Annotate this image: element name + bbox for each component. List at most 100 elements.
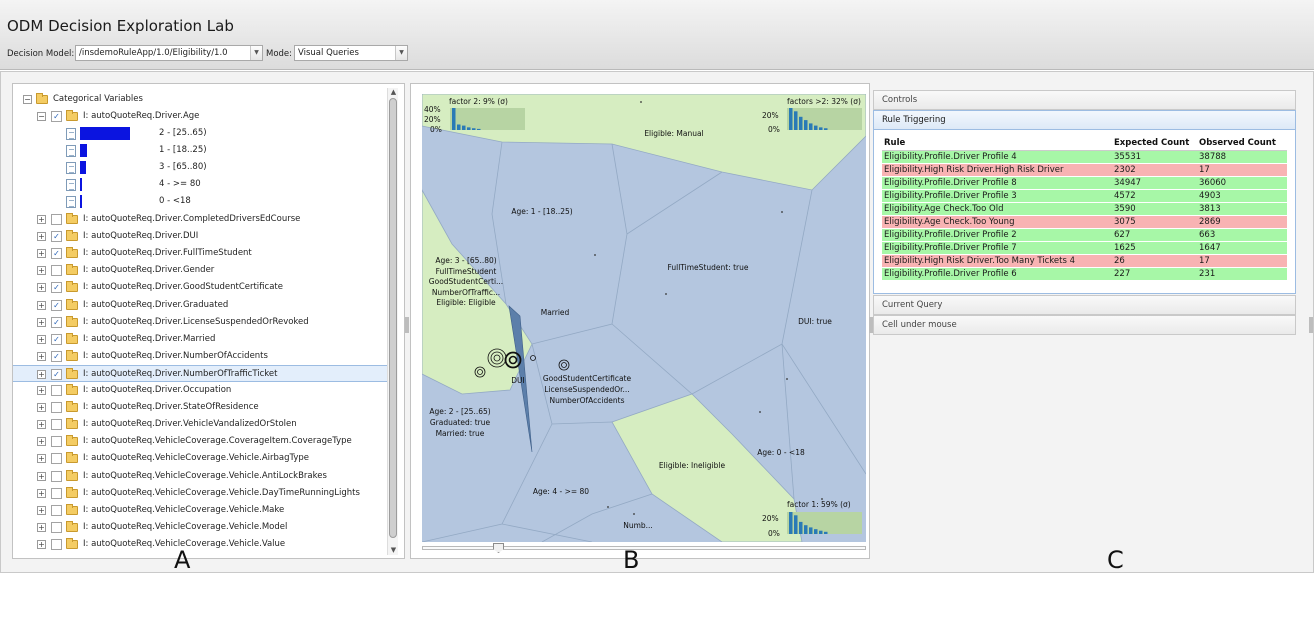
cell-under-mouse-section-header[interactable]: Cell under mouse xyxy=(873,315,1296,335)
tree-item[interactable]: + I: autoQuoteReq.VehicleCoverage.Vehicle… xyxy=(13,450,388,467)
rule-table-row[interactable]: Eligibility.Age Check.Too Young 3075 2869 xyxy=(882,215,1287,229)
tree-scrollbar[interactable]: ▲ ▼ xyxy=(387,88,398,555)
checkbox[interactable] xyxy=(51,265,62,277)
expand-icon[interactable]: + xyxy=(37,300,46,310)
checkbox[interactable] xyxy=(51,521,62,533)
tree-item-age[interactable]: − ✓ I: autoQuoteReq.Driver.Age xyxy=(13,108,388,125)
expand-icon[interactable]: + xyxy=(37,539,46,549)
age-bin-row[interactable]: 0 - <18 xyxy=(13,193,388,210)
collapse-icon[interactable]: − xyxy=(37,112,46,121)
scroll-up-icon[interactable]: ▲ xyxy=(389,88,398,97)
chevron-down-icon[interactable]: ▼ xyxy=(250,46,262,60)
checkbox[interactable] xyxy=(51,402,62,414)
tree-item[interactable]: + ✓ I: autoQuoteReq.Driver.GoodStudentCert… xyxy=(13,279,388,296)
tree-item[interactable]: + I: autoQuoteReq.VehicleCoverage.Vehicle… xyxy=(13,519,388,536)
rule-table-row[interactable]: Eligibility.Profile.Driver Profile 7 1625… xyxy=(882,241,1287,255)
tree-item[interactable]: + I: autoQuoteReq.VehicleCoverage.Vehicle… xyxy=(13,468,388,485)
age-bin-row[interactable]: 2 - [25..65) xyxy=(13,125,388,142)
rule-table-row[interactable]: Eligibility.Profile.Driver Profile 6 227 2… xyxy=(882,267,1287,281)
checkbox[interactable] xyxy=(51,470,62,482)
tree-root[interactable]: − Categorical Variables xyxy=(13,91,388,108)
checkbox[interactable]: ✓ xyxy=(51,248,62,260)
checkbox[interactable] xyxy=(51,419,62,431)
checkbox[interactable] xyxy=(51,453,62,465)
expand-icon[interactable]: + xyxy=(37,249,46,259)
expand-icon[interactable]: + xyxy=(37,266,46,276)
tree-item[interactable]: + ✓ I: autoQuoteReq.Driver.LicenseSuspende… xyxy=(13,314,388,331)
expand-icon[interactable]: + xyxy=(37,522,46,532)
age-bin-row[interactable]: 4 - >= 80 xyxy=(13,176,388,193)
tree-item[interactable]: + ✓ I: autoQuoteReq.Driver.DUI xyxy=(13,228,388,245)
checkbox[interactable] xyxy=(51,487,62,499)
checkbox[interactable] xyxy=(51,504,62,516)
tree-item[interactable]: + ✓ I: autoQuoteReq.Driver.NumberOfAcciden… xyxy=(13,348,388,365)
tree-item[interactable]: + ✓ I: autoQuoteReq.Driver.FullTimeStudent xyxy=(13,245,388,262)
expand-icon[interactable]: + xyxy=(37,215,46,224)
splitter-handle[interactable] xyxy=(1309,317,1313,333)
checkbox[interactable]: ✓ xyxy=(51,333,62,345)
expand-icon[interactable]: + xyxy=(37,283,46,293)
checkbox[interactable] xyxy=(51,214,62,225)
rule-table-row[interactable]: Eligibility.High Risk Driver.High Risk D… xyxy=(882,163,1287,177)
rule-table-row[interactable]: Eligibility.Profile.Driver Profile 4 3553… xyxy=(882,150,1287,164)
timeline-slider-track[interactable] xyxy=(422,546,866,550)
chevron-down-icon[interactable]: ▼ xyxy=(395,46,407,60)
expand-icon[interactable]: + xyxy=(37,317,46,327)
checkbox[interactable]: ✓ xyxy=(51,299,62,311)
tree-item[interactable]: + I: autoQuoteReq.Driver.Occupation xyxy=(13,382,388,399)
tree-item[interactable]: + ✓ I: autoQuoteReq.Driver.NumberOfTraffic… xyxy=(13,364,388,382)
expand-icon[interactable]: + xyxy=(37,334,46,344)
expand-icon[interactable]: + xyxy=(37,505,46,515)
voronoi-map[interactable]: Eligible: Manual Age: 1 - [18..25) FullT… xyxy=(422,94,866,542)
splitter-handle[interactable] xyxy=(869,317,873,333)
controls-section-header[interactable]: Controls xyxy=(873,90,1296,110)
rule-triggering-section-header[interactable]: Rule Triggering xyxy=(873,110,1296,130)
checkbox[interactable]: ✓ xyxy=(51,111,62,122)
rule-column-header[interactable]: Rule xyxy=(882,136,1112,151)
age-bin-row[interactable]: 1 - [18..25) xyxy=(13,142,388,159)
expand-icon[interactable]: + xyxy=(37,351,46,361)
expand-icon[interactable]: + xyxy=(37,386,46,395)
rule-table-row[interactable]: Eligibility.Profile.Driver Profile 3 4572… xyxy=(882,189,1287,203)
tree-item[interactable]: + ✓ I: autoQuoteReq.Driver.Married xyxy=(13,331,388,348)
checkbox[interactable] xyxy=(51,385,62,396)
rule-table-row[interactable]: Eligibility.Profile.Driver Profile 2 627 6… xyxy=(882,228,1287,242)
tree-item[interactable]: + I: autoQuoteReq.Driver.CompletedDrivers… xyxy=(13,211,388,228)
expand-icon[interactable]: + xyxy=(37,437,46,447)
rule-table-row[interactable]: Eligibility.Age Check.Too Old 3590 3813 xyxy=(882,202,1287,216)
tree-item[interactable]: + ✓ I: autoQuoteReq.Driver.Graduated xyxy=(13,297,388,314)
checkbox[interactable] xyxy=(51,538,62,550)
expand-icon[interactable]: + xyxy=(37,232,46,242)
expand-icon[interactable]: + xyxy=(37,454,46,464)
checkbox[interactable]: ✓ xyxy=(51,231,62,243)
mode-select[interactable]: Visual Queries ▼ xyxy=(294,45,408,61)
rule-table-row[interactable]: Eligibility.Profile.Driver Profile 8 3494… xyxy=(882,176,1287,190)
tree-item[interactable]: + I: autoQuoteReq.VehicleCoverage.Vehicle… xyxy=(13,536,388,553)
current-query-section-header[interactable]: Current Query xyxy=(873,295,1296,315)
decision-model-select[interactable]: /insdemoRuleApp/1.0/Eligibility/1.0 ▼ xyxy=(75,45,263,61)
tree-item[interactable]: + I: autoQuoteReq.Driver.Gender xyxy=(13,262,388,279)
observed-count-column-header[interactable]: Observed Count xyxy=(1197,136,1287,151)
tree-item[interactable]: + I: autoQuoteReq.VehicleCoverage.Vehicle… xyxy=(13,485,388,502)
checkbox[interactable]: ✓ xyxy=(51,282,62,294)
expand-icon[interactable]: + xyxy=(37,403,46,413)
collapse-icon[interactable]: − xyxy=(23,95,32,104)
tree-item[interactable]: + I: autoQuoteReq.Driver.VehicleVandalize… xyxy=(13,416,388,433)
expand-icon[interactable]: + xyxy=(37,471,46,481)
expand-icon[interactable]: + xyxy=(37,420,46,430)
scroll-thumb[interactable] xyxy=(389,98,397,538)
expand-icon[interactable]: + xyxy=(37,488,46,498)
splitter-handle[interactable] xyxy=(405,317,409,333)
expected-count-column-header[interactable]: Expected Count xyxy=(1112,136,1197,151)
expand-icon[interactable]: + xyxy=(37,369,46,379)
checkbox[interactable]: ✓ xyxy=(51,350,62,362)
tree-item[interactable]: + I: autoQuoteReq.VehicleCoverage.Coverag… xyxy=(13,433,388,450)
tree-item[interactable]: + I: autoQuoteReq.Driver.StateOfResidence xyxy=(13,399,388,416)
checkbox[interactable] xyxy=(51,436,62,448)
rule-table-row[interactable]: Eligibility.High Risk Driver.Too Many Ti… xyxy=(882,254,1287,268)
checkbox[interactable]: ✓ xyxy=(51,368,62,380)
tree-item[interactable]: + I: autoQuoteReq.VehicleCoverage.Vehicle… xyxy=(13,502,388,519)
age-bin-row[interactable]: 3 - [65..80) xyxy=(13,159,388,176)
checkbox[interactable]: ✓ xyxy=(51,316,62,328)
scroll-down-icon[interactable]: ▼ xyxy=(389,546,398,555)
